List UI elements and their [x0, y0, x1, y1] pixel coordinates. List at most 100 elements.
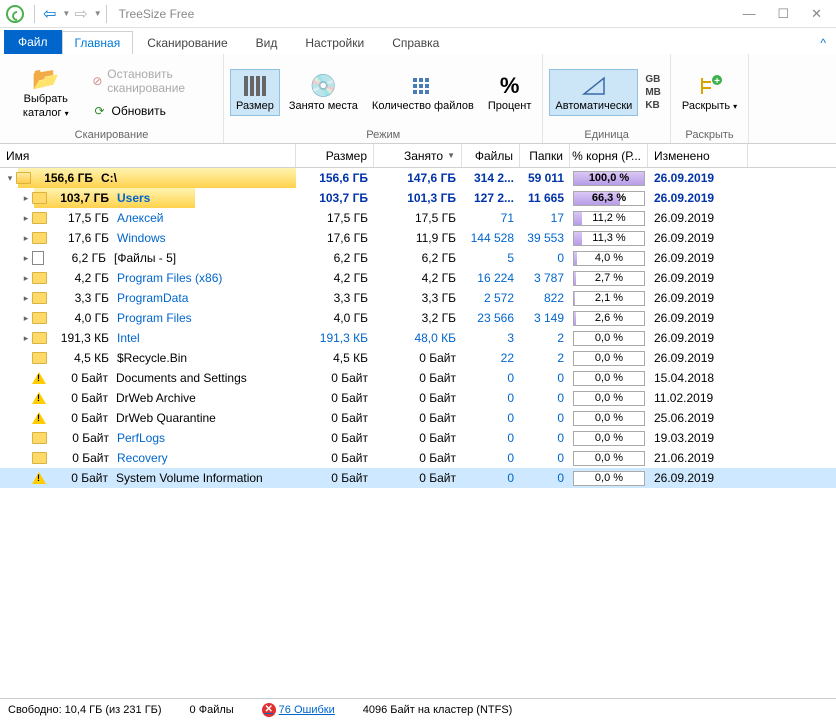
- cell-date: 26.09.2019: [648, 271, 748, 285]
- tab-main[interactable]: Главная: [62, 31, 134, 54]
- mode-used-button[interactable]: 💿 Занято места: [284, 70, 363, 115]
- tree-row[interactable]: 0 БайтDrWeb Archive0 Байт0 Байт000,0 %11…: [0, 388, 836, 408]
- row-size-prefix: 0 Байт: [50, 391, 108, 405]
- cell-files: 0: [462, 471, 520, 485]
- cell: 101,3 ГБ: [374, 191, 462, 205]
- mode-count-button[interactable]: Количество файлов: [367, 70, 479, 115]
- unit-mb-button[interactable]: MB: [645, 87, 661, 98]
- tab-settings[interactable]: Настройки: [291, 32, 378, 54]
- maximize-icon[interactable]: ☐: [777, 6, 789, 22]
- cell: 156,6 ГБ: [296, 171, 374, 185]
- col-size[interactable]: Размер: [296, 144, 374, 167]
- unit-auto-button[interactable]: Автоматически: [549, 69, 638, 116]
- mode-percent-button[interactable]: % Процент: [483, 70, 537, 115]
- tree-row[interactable]: ▸3,3 ГБProgramData3,3 ГБ3,3 ГБ2 5728222,…: [0, 288, 836, 308]
- tree-row[interactable]: 0 БайтRecovery0 Байт0 Байт000,0 %21.06.2…: [0, 448, 836, 468]
- unit-kb-button[interactable]: KB: [645, 100, 661, 111]
- app-logo-icon: [6, 5, 24, 23]
- expander-icon[interactable]: ▸: [20, 193, 32, 204]
- cell-dirs: 0: [520, 391, 570, 405]
- cell-percent: 0,0 %: [570, 369, 648, 388]
- tree-row[interactable]: ▸17,6 ГБWindows17,6 ГБ11,9 ГБ144 52839 5…: [0, 228, 836, 248]
- ribbon-collapse-icon[interactable]: ^: [810, 32, 836, 54]
- tree-row[interactable]: 0 БайтPerfLogs0 Байт0 Байт000,0 %19.03.2…: [0, 428, 836, 448]
- col-pct[interactable]: % корня (Р...: [570, 144, 648, 167]
- tree-row[interactable]: ▸4,0 ГБProgram Files4,0 ГБ3,2 ГБ23 5663 …: [0, 308, 836, 328]
- cell-date: 19.03.2019: [648, 431, 748, 445]
- tab-help[interactable]: Справка: [378, 32, 453, 54]
- col-files[interactable]: Файлы: [462, 144, 520, 167]
- file-icon: [32, 251, 44, 265]
- col-name[interactable]: Имя: [0, 144, 296, 167]
- cell-date: 26.09.2019: [648, 311, 748, 325]
- row-size-prefix: 0 Байт: [50, 411, 108, 425]
- tree-row[interactable]: ▸6,2 ГБ[Файлы - 5]6,2 ГБ6,2 ГБ504,0 %26.…: [0, 248, 836, 268]
- row-size-prefix: 6,2 ГБ: [48, 251, 106, 265]
- expander-icon[interactable]: ▸: [20, 253, 32, 264]
- row-size-prefix: 156,6 ГБ: [35, 171, 93, 185]
- tree-row[interactable]: 0 БайтDrWeb Quarantine0 Байт0 Байт000,0 …: [0, 408, 836, 428]
- cell-percent: 0,0 %: [570, 349, 648, 368]
- tree-row[interactable]: 0 БайтSystem Volume Information0 Байт0 Б…: [0, 468, 836, 488]
- cell-date: 26.09.2019: [648, 331, 748, 345]
- folder-icon: [32, 292, 47, 304]
- cell-files: 0: [462, 411, 520, 425]
- tree-row[interactable]: ▾156,6 ГБC:\156,6 ГБ147,6 ГБ314 2...59 0…: [0, 168, 836, 188]
- nav-forward-icon[interactable]: ⇨: [70, 4, 91, 24]
- tree-body[interactable]: ▾156,6 ГБC:\156,6 ГБ147,6 ГБ314 2...59 0…: [0, 168, 836, 698]
- refresh-button[interactable]: ⟳ Обновить: [90, 101, 217, 121]
- folder-icon: [32, 452, 47, 464]
- disk-icon: 💿: [307, 72, 339, 100]
- tab-view[interactable]: Вид: [242, 32, 292, 54]
- cell: 0 Байт: [374, 451, 462, 465]
- cell: 11,9 ГБ: [374, 231, 462, 245]
- expander-icon[interactable]: ▸: [20, 233, 32, 244]
- cell-files: 0: [462, 391, 520, 405]
- row-size-prefix: 103,7 ГБ: [51, 191, 109, 205]
- status-free: Свободно: 10,4 ГБ (из 231 ГБ): [8, 704, 162, 716]
- cell: 17,5 ГБ: [296, 211, 374, 225]
- row-name: C:\: [101, 171, 117, 185]
- minimize-icon[interactable]: —: [742, 6, 755, 22]
- select-catalog-button[interactable]: 📂 Выбрать каталог ▾: [6, 63, 86, 121]
- expander-icon[interactable]: ▸: [20, 293, 32, 304]
- col-used[interactable]: Занято▼: [374, 144, 462, 167]
- row-size-prefix: 0 Байт: [51, 431, 109, 445]
- folder-icon: [32, 312, 47, 324]
- expander-icon[interactable]: ▸: [20, 213, 32, 224]
- cell: 48,0 КБ: [374, 331, 462, 345]
- expander-icon[interactable]: ▾: [4, 173, 16, 184]
- cell: 0 Байт: [296, 391, 374, 405]
- expand-button[interactable]: + Раскрыть ▾: [677, 70, 742, 115]
- cell: 3,2 ГБ: [374, 311, 462, 325]
- row-name: Program Files (x86): [117, 271, 222, 285]
- cell-files: 3: [462, 331, 520, 345]
- tab-scan[interactable]: Сканирование: [133, 32, 241, 54]
- tab-file[interactable]: Файл: [4, 30, 62, 54]
- expander-icon[interactable]: ▸: [20, 313, 32, 324]
- close-icon[interactable]: ✕: [811, 6, 822, 22]
- cell-percent: 4,0 %: [570, 249, 648, 268]
- expander-icon[interactable]: ▸: [20, 333, 32, 344]
- unit-gb-button[interactable]: GB: [645, 74, 661, 85]
- cell-files: 0: [462, 371, 520, 385]
- tree-row[interactable]: ▸191,3 КБIntel191,3 КБ48,0 КБ320,0 %26.0…: [0, 328, 836, 348]
- col-date[interactable]: Изменено: [648, 144, 748, 167]
- window-title: TreeSize Free: [119, 7, 195, 21]
- cell-dirs: 0: [520, 471, 570, 485]
- tree-row[interactable]: ▸103,7 ГБUsers103,7 ГБ101,3 ГБ127 2...11…: [0, 188, 836, 208]
- tree-row[interactable]: ▸17,5 ГБАлексей17,5 ГБ17,5 ГБ711711,2 %2…: [0, 208, 836, 228]
- nav-back-icon[interactable]: ⇦: [39, 4, 60, 24]
- folder-icon: [32, 232, 47, 244]
- expander-icon[interactable]: ▸: [20, 273, 32, 284]
- tree-row[interactable]: 4,5 КБ$Recycle.Bin4,5 КБ0 Байт2220,0 %26…: [0, 348, 836, 368]
- col-dirs[interactable]: Папки: [520, 144, 570, 167]
- status-errors-link[interactable]: ✕76 Ошибки: [262, 703, 335, 717]
- mode-size-button[interactable]: Размер: [230, 69, 280, 116]
- cell-date: 26.09.2019: [648, 251, 748, 265]
- stop-scan-button[interactable]: ⊘ Остановить сканирование: [90, 65, 217, 97]
- folder-open-icon: 📂: [30, 65, 62, 93]
- cell-date: 26.09.2019: [648, 471, 748, 485]
- tree-row[interactable]: ▸4,2 ГБProgram Files (x86)4,2 ГБ4,2 ГБ16…: [0, 268, 836, 288]
- tree-row[interactable]: 0 БайтDocuments and Settings0 Байт0 Байт…: [0, 368, 836, 388]
